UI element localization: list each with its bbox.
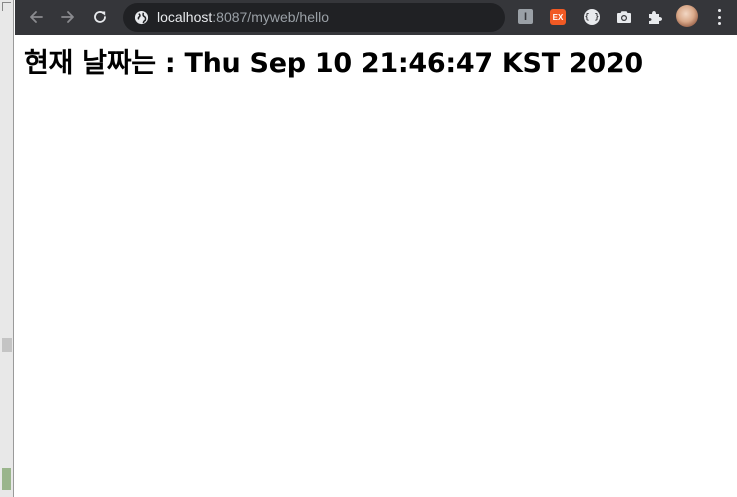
window-edge-scrollbar: [2, 338, 12, 352]
globe-icon[interactable]: [134, 10, 149, 25]
reader-extension-icon[interactable]: I: [518, 9, 533, 24]
page-content: 현재 날짜는 : Thu Sep 10 21:46:47 KST 2020: [15, 35, 737, 497]
reload-icon: [94, 11, 106, 23]
menu-dot: [717, 15, 721, 19]
reload-button[interactable]: [87, 4, 113, 30]
url-text[interactable]: localhost:8087/myweb/hello: [157, 9, 329, 25]
forward-arrow-icon: [61, 11, 74, 23]
reader-extension-label: I: [523, 10, 528, 23]
browser-toolbar: localhost:8087/myweb/hello I EX { }: [15, 0, 737, 35]
back-button[interactable]: [23, 4, 49, 30]
url-host: localhost: [157, 9, 213, 25]
kebab-menu-icon[interactable]: [717, 9, 721, 25]
code-extension-label: { }: [584, 12, 600, 22]
page-heading: 현재 날짜는 : Thu Sep 10 21:46:47 KST 2020: [24, 48, 643, 79]
camera-extension-icon[interactable]: [615, 8, 633, 26]
code-extension-icon[interactable]: { }: [584, 9, 600, 25]
background-window-edge: [0, 0, 14, 497]
camera-icon: [617, 11, 631, 23]
forward-button[interactable]: [55, 4, 81, 30]
window-edge-mark: [2, 2, 11, 11]
avatar[interactable]: [676, 5, 698, 27]
ex-extension-label: EX: [552, 12, 564, 22]
puzzle-icon[interactable]: [646, 8, 664, 26]
ex-extension-icon[interactable]: EX: [550, 9, 566, 25]
back-arrow-icon: [30, 11, 43, 23]
extensions-puzzle-shape: [649, 11, 662, 24]
window-edge-mark: [2, 468, 11, 490]
menu-dot: [717, 9, 721, 12]
menu-dot: [717, 22, 721, 25]
address-bar[interactable]: localhost:8087/myweb/hello: [123, 3, 505, 32]
url-path: :8087/myweb/hello: [212, 9, 330, 25]
